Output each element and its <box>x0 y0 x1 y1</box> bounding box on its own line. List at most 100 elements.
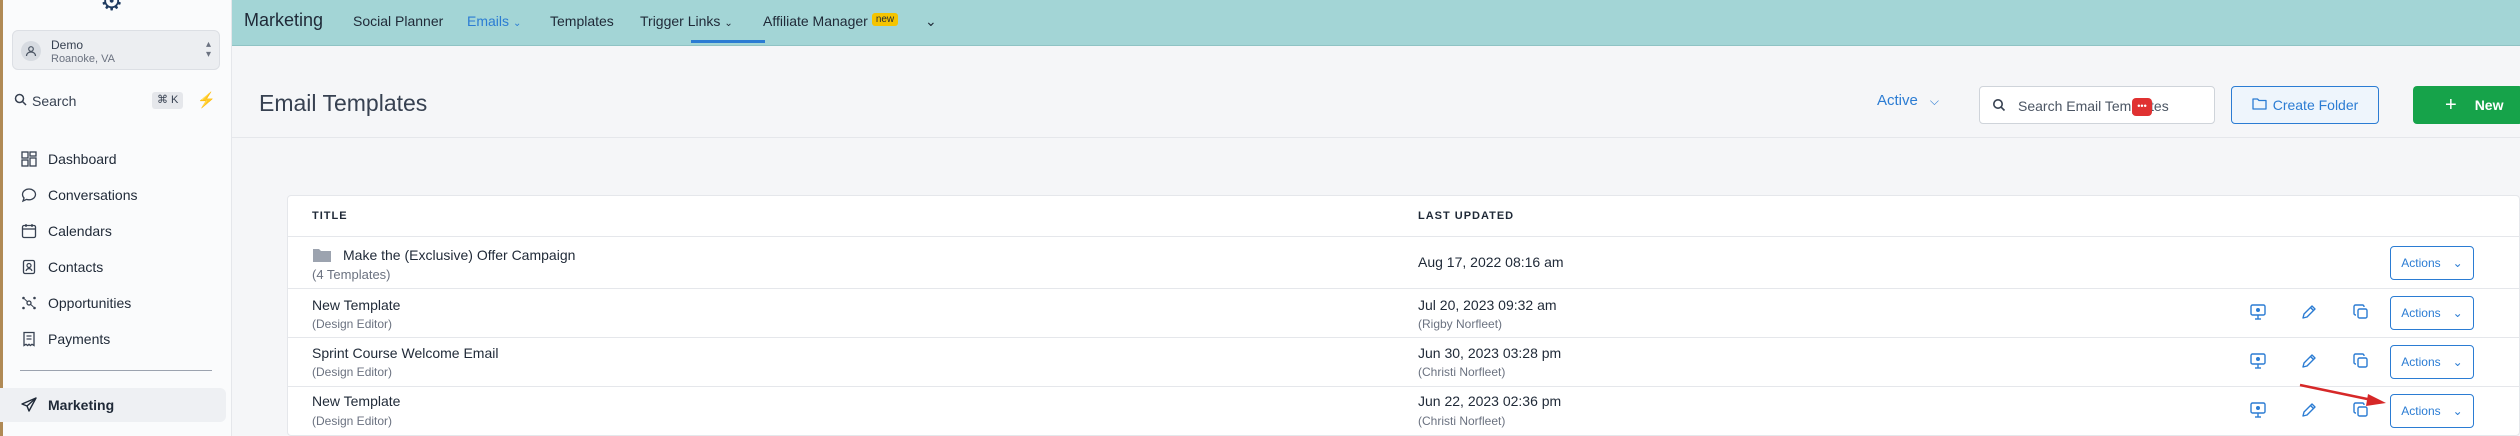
edit-pencil-icon[interactable] <box>2298 301 2320 323</box>
template-editor-type: (Design Editor) <box>312 414 393 428</box>
sidebar-item-label: Contacts <box>48 259 104 275</box>
sidebar-item-contacts[interactable]: Contacts <box>0 250 226 284</box>
templates-table: TITLE LAST UPDATED Make the (Exclusive) … <box>287 195 2520 436</box>
template-search: ••• <box>1979 86 2215 124</box>
sidebar-item-label: Calendars <box>48 223 112 239</box>
last-updated: Jun 22, 2023 02:36 pm <box>1418 393 1562 409</box>
search-input[interactable] <box>2018 96 2198 116</box>
updated-by: (Rigby Norfleet) <box>1418 317 1503 331</box>
actions-dropdown-button[interactable]: Actions ⌄ <box>2390 296 2474 330</box>
logo-gear-icon: ⚙ <box>100 0 124 16</box>
switch-account-icon: ▴ ▾ <box>205 39 211 60</box>
column-header-title: TITLE <box>312 210 348 222</box>
tab-templates[interactable]: Templates <box>550 13 614 29</box>
actions-label: Actions <box>2401 404 2441 418</box>
edit-pencil-icon[interactable] <box>2298 399 2320 421</box>
plus-icon: + <box>2445 93 2457 116</box>
template-title[interactable]: New Template <box>312 297 400 313</box>
tab-affiliate-manager[interactable]: Affiliate Manager new <box>763 13 899 29</box>
page-title: Email Templates <box>259 90 428 116</box>
new-template-button[interactable]: + New <box>2413 86 2520 124</box>
actions-dropdown-button[interactable]: Actions ⌄ <box>2390 345 2474 379</box>
tab-social-planner[interactable]: Social Planner <box>353 13 443 29</box>
edit-pencil-icon[interactable] <box>2298 350 2320 372</box>
tab-trigger-links[interactable]: Trigger Links ⌄ <box>640 13 733 29</box>
quick-action-bolt-icon[interactable]: ⚡ <box>197 91 216 109</box>
table-row[interactable]: New Template (Design Editor) Jul 20, 202… <box>288 288 2520 337</box>
dashboard-icon <box>20 150 38 168</box>
create-folder-button[interactable]: Create Folder <box>2231 86 2379 124</box>
last-updated: Jul 20, 2023 09:32 am <box>1418 297 1557 313</box>
more-dots-icon[interactable]: ••• <box>2132 98 2152 116</box>
app-title: Marketing <box>244 10 324 30</box>
chevron-down-icon: ⌄ <box>2452 355 2463 369</box>
actions-dropdown-button[interactable]: Actions ⌄ <box>2390 394 2474 428</box>
sidebar-item-label: Payments <box>48 331 111 347</box>
template-editor-type: (Design Editor) <box>312 365 393 379</box>
column-header-last-updated: LAST UPDATED <box>1418 210 1515 222</box>
tab-label: Emails <box>467 13 510 29</box>
table-row[interactable]: New Template (Design Editor) Jun 22, 202… <box>288 386 2520 436</box>
payments-icon <box>20 330 38 348</box>
chevron-down-icon: ⌄ <box>2452 306 2463 320</box>
actions-label: Actions <box>2401 355 2441 369</box>
folder-icon <box>312 247 332 268</box>
updated-by: (Christi Norfleet) <box>1418 414 1506 428</box>
sidebar-item-label: Opportunities <box>48 295 132 311</box>
send-icon <box>20 396 38 414</box>
sidebar-item-calendars[interactable]: Calendars <box>0 214 226 248</box>
sidebar-item-label: Dashboard <box>48 151 117 167</box>
sidebar-item-payments[interactable]: Payments <box>0 322 226 356</box>
sidebar-search-label: Search <box>32 93 77 109</box>
sidebar-divider <box>20 370 212 371</box>
sidebar-item-marketing[interactable]: Marketing <box>0 388 226 422</box>
sidebar-item-label: Conversations <box>48 187 138 203</box>
actions-label: Actions <box>2401 256 2441 270</box>
create-folder-label: Create Folder <box>2272 97 2359 113</box>
chevron-down-icon: ⌄ <box>513 18 522 29</box>
chat-icon <box>20 186 38 204</box>
last-updated: Aug 17, 2022 08:16 am <box>1418 254 1564 270</box>
updated-by: (Christi Norfleet) <box>1418 365 1506 379</box>
search-shortcut: ⌘ K <box>152 92 184 109</box>
opportunities-icon <box>20 294 38 312</box>
sidebar-item-opportunities[interactable]: Opportunities <box>0 286 226 320</box>
sidebar-item-dashboard[interactable]: Dashboard <box>0 142 226 176</box>
folder-icon <box>2252 97 2267 113</box>
duplicate-icon[interactable] <box>2350 301 2372 323</box>
search-icon <box>1992 98 2006 117</box>
more-tabs-chevron-icon[interactable]: ⌄ <box>925 13 937 30</box>
chevron-down-icon: ⌄ <box>2452 256 2463 270</box>
preview-icon[interactable] <box>2247 301 2269 323</box>
account-location: Roanoke, VA <box>51 53 116 65</box>
template-title[interactable]: Sprint Course Welcome Email <box>312 345 498 361</box>
preview-icon[interactable] <box>2247 399 2269 421</box>
status-filter-dropdown[interactable]: Active ⌵ <box>1877 92 1939 109</box>
template-title[interactable]: New Template <box>312 393 400 409</box>
account-name: Demo <box>51 38 84 52</box>
template-editor-type: (Design Editor) <box>312 317 393 331</box>
user-avatar-icon <box>21 41 41 61</box>
tab-label: Social Planner <box>353 13 444 29</box>
duplicate-icon[interactable] <box>2350 399 2372 421</box>
sidebar-item-conversations[interactable]: Conversations <box>0 178 226 212</box>
table-row[interactable]: Sprint Course Welcome Email (Design Edit… <box>288 337 2520 386</box>
new-label: New <box>2474 97 2504 113</box>
table-row[interactable]: Make the (Exclusive) Offer Campaign (4 T… <box>288 236 2520 288</box>
folder-title[interactable]: Make the (Exclusive) Offer Campaign <box>343 247 575 263</box>
actions-label: Actions <box>2401 306 2441 320</box>
preview-icon[interactable] <box>2247 350 2269 372</box>
status-filter-value: Active <box>1877 92 1918 109</box>
top-navigation: Marketing Social Planner Emails ⌄ Templat… <box>232 0 2520 46</box>
sidebar: ⚙ Demo Roanoke, VA ▴ ▾ Search ⌘ K ⚡ Dashb… <box>0 0 232 436</box>
search-icon <box>14 93 27 111</box>
new-badge: new <box>871 13 899 26</box>
tab-emails[interactable]: Emails ⌄ <box>467 13 521 29</box>
actions-dropdown-button[interactable]: Actions ⌄ <box>2390 246 2474 280</box>
duplicate-icon[interactable] <box>2350 350 2372 372</box>
active-tab-indicator <box>691 40 765 43</box>
sidebar-search[interactable]: Search ⌘ K ⚡ <box>14 91 224 111</box>
tab-label: Trigger Links <box>640 13 721 29</box>
chevron-down-icon: ⌄ <box>2452 404 2463 418</box>
account-switcher[interactable]: Demo Roanoke, VA ▴ ▾ <box>12 30 220 70</box>
